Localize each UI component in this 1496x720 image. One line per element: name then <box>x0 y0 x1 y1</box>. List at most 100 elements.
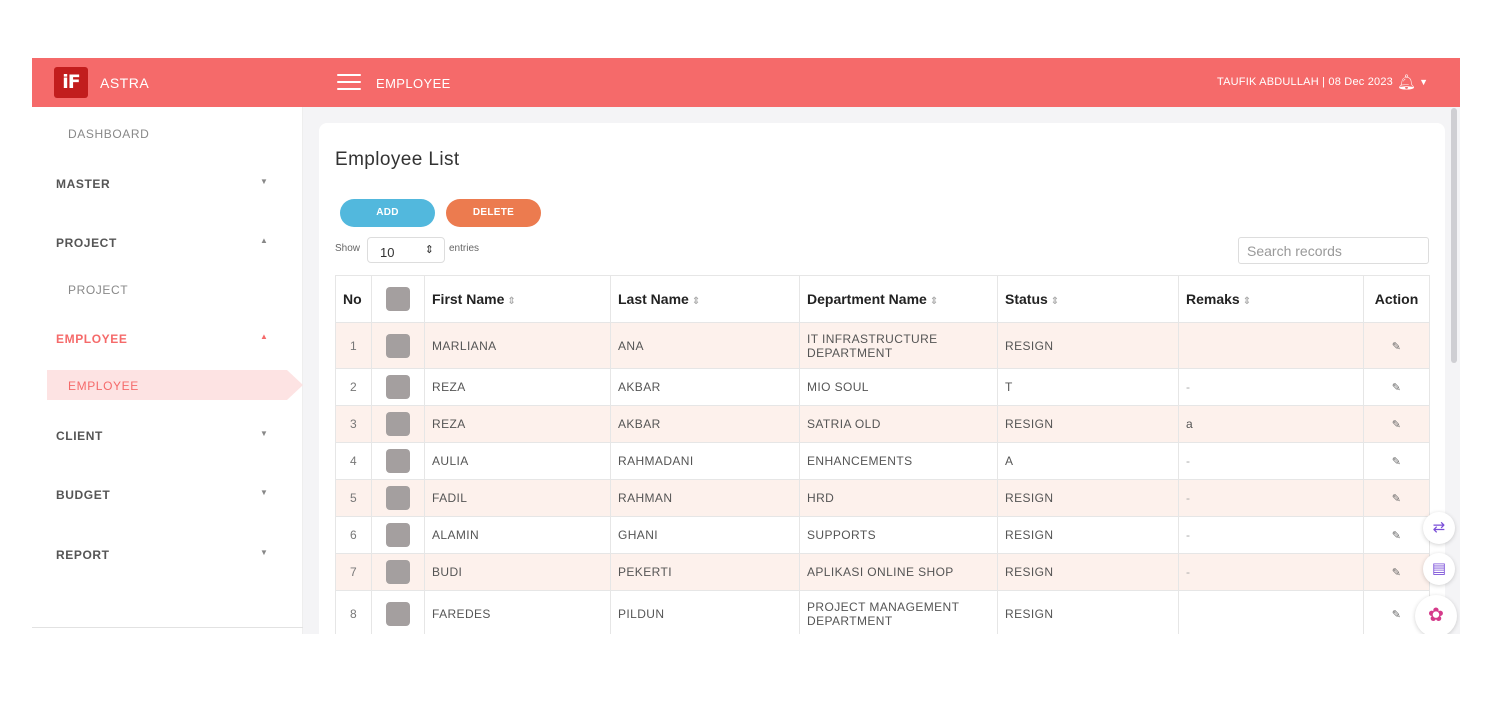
page-title: Employee List <box>335 149 460 170</box>
sort-icon[interactable]: ⇕ <box>507 296 515 307</box>
column-header-first-name[interactable]: First Name ⇕ <box>424 275 611 323</box>
row-checkbox[interactable] <box>386 412 410 436</box>
delete-button[interactable]: DELETE <box>446 199 541 227</box>
chevron-down-icon: ▼ <box>260 548 269 557</box>
cell-no: 8 <box>335 590 372 634</box>
cell-first-name: FAREDES <box>424 590 611 634</box>
employee-table: No First Name ⇕ Last Name ⇕ Department Nam… <box>335 275 1430 634</box>
book-icon[interactable]: ▤ <box>1423 553 1455 585</box>
cell-last-name: RAHMAN <box>610 479 800 517</box>
cell-status: A <box>997 442 1179 480</box>
cell-checkbox <box>371 322 425 369</box>
table-row[interactable]: 4 AULIA RAHMADANI ENHANCEMENTS A - ✎ <box>335 442 1430 480</box>
sidebar-item-client[interactable]: CLIENT ▼ <box>32 421 303 451</box>
chevron-down-icon[interactable]: ▼ <box>1419 77 1428 87</box>
sidebar-item-master[interactable]: MASTER ▼ <box>32 169 303 199</box>
hamburger-icon[interactable] <box>337 74 361 91</box>
cell-last-name: RAHMADANI <box>610 442 800 480</box>
sidebar: DASHBOARD MASTER ▼ PROJECT ▲ PROJECT EMP… <box>32 107 303 634</box>
sort-icon[interactable]: ⇕ <box>1243 296 1251 307</box>
column-header-last-name[interactable]: Last Name ⇕ <box>610 275 800 323</box>
cell-first-name: MARLIANA <box>424 322 611 369</box>
sort-icon[interactable]: ⇕ <box>692 296 700 307</box>
cell-first-name: REZA <box>424 368 611 406</box>
chevron-down-icon: ▼ <box>260 429 269 438</box>
entries-label: entries <box>449 243 480 254</box>
column-header-label: Remaks <box>1186 291 1240 307</box>
sidebar-item-dashboard[interactable]: DASHBOARD <box>32 119 303 149</box>
column-header-label: Department Name <box>807 291 927 307</box>
edit-icon[interactable]: ✎ <box>1392 493 1402 505</box>
table-row[interactable]: 3 REZA AKBAR SATRIA OLD RESIGN a ✎ <box>335 405 1430 443</box>
table-row[interactable]: 1 MARLIANA ANA IT INFRASTRUCTURE DEPARTM… <box>335 322 1430 369</box>
brain-icon[interactable]: ✿ <box>1415 595 1457 634</box>
logo[interactable]: iF <box>54 67 88 98</box>
cell-last-name: AKBAR <box>610 405 800 443</box>
cell-checkbox <box>371 442 425 480</box>
row-checkbox[interactable] <box>386 375 410 399</box>
sidebar-subitem-project[interactable]: PROJECT <box>32 275 303 305</box>
cell-no: 2 <box>335 368 372 406</box>
add-button[interactable]: ADD <box>340 199 435 227</box>
cell-action: ✎ <box>1363 479 1430 517</box>
sidebar-item-budget[interactable]: BUDGET ▼ <box>32 480 303 510</box>
edit-icon[interactable]: ✎ <box>1392 530 1402 542</box>
column-header-remarks[interactable]: Remaks ⇕ <box>1178 275 1364 323</box>
edit-icon[interactable]: ✎ <box>1392 456 1402 468</box>
column-header-department[interactable]: Department Name ⇕ <box>799 275 998 323</box>
edit-icon[interactable]: ✎ <box>1392 609 1402 621</box>
translate-icon[interactable]: ⇄ <box>1423 512 1455 544</box>
table-row[interactable]: 6 ALAMIN GHANI SUPPORTS RESIGN - ✎ <box>335 516 1430 554</box>
cell-no: 4 <box>335 442 372 480</box>
edit-icon[interactable]: ✎ <box>1392 419 1402 431</box>
edit-icon[interactable]: ✎ <box>1392 567 1402 579</box>
table-row[interactable]: 5 FADIL RAHMAN HRD RESIGN - ✎ <box>335 479 1430 517</box>
cell-status: RESIGN <box>997 553 1179 591</box>
cell-no: 3 <box>335 405 372 443</box>
bell-icon[interactable]: 🔔︎ <box>1397 73 1416 91</box>
sidebar-subitem-employee[interactable]: EMPLOYEE <box>32 371 303 401</box>
chevron-down-icon: ▼ <box>260 177 269 186</box>
row-checkbox[interactable] <box>386 601 410 626</box>
cell-remarks: - <box>1178 442 1364 480</box>
entries-select[interactable]: 10 ⇕ <box>367 237 445 263</box>
column-header-status[interactable]: Status ⇕ <box>997 275 1179 323</box>
edit-icon[interactable]: ✎ <box>1392 382 1402 394</box>
sidebar-item-label: EMPLOYEE <box>56 332 128 346</box>
column-header-label: No <box>343 291 362 307</box>
sidebar-item-project[interactable]: PROJECT ▲ <box>32 228 303 258</box>
scrollbar[interactable] <box>1451 108 1457 363</box>
sort-icon[interactable]: ⇕ <box>930 296 938 307</box>
cell-remarks: - <box>1178 479 1364 517</box>
select-all-checkbox-cell <box>371 275 425 323</box>
table-row[interactable]: 7 BUDI PEKERTI APLIKASI ONLINE SHOP RESI… <box>335 553 1430 591</box>
search-input[interactable] <box>1238 237 1429 264</box>
table-row[interactable]: 2 REZA AKBAR MIO SOUL T - ✎ <box>335 368 1430 406</box>
table-row[interactable]: 8 FAREDES PILDUN PROJECT MANAGEMENT DEPA… <box>335 590 1430 634</box>
sidebar-item-label: EMPLOYEE <box>68 379 139 393</box>
cell-department: APLIKASI ONLINE SHOP <box>799 553 998 591</box>
column-header-no[interactable]: No <box>335 275 372 323</box>
row-checkbox[interactable] <box>386 523 410 547</box>
row-checkbox[interactable] <box>386 333 410 358</box>
cell-last-name: PILDUN <box>610 590 800 634</box>
cell-last-name: PEKERTI <box>610 553 800 591</box>
sidebar-item-label: DASHBOARD <box>68 127 150 141</box>
column-header-label: Status <box>1005 291 1048 307</box>
user-info[interactable]: TAUFIK ABDULLAH | 08 Dec 2023 <box>1217 76 1393 88</box>
select-all-checkbox[interactable] <box>386 287 410 311</box>
sidebar-item-employee[interactable]: EMPLOYEE ▲ <box>32 324 303 354</box>
column-header-label: Action <box>1374 291 1419 307</box>
cell-department: ENHANCEMENTS <box>799 442 998 480</box>
sort-icon[interactable]: ⇕ <box>1051 296 1059 307</box>
edit-icon[interactable]: ✎ <box>1392 341 1402 353</box>
row-checkbox[interactable] <box>386 486 410 510</box>
sidebar-item-report[interactable]: REPORT ▼ <box>32 540 303 570</box>
cell-last-name: GHANI <box>610 516 800 554</box>
sidebar-item-label: PROJECT <box>56 236 117 250</box>
row-checkbox[interactable] <box>386 449 410 473</box>
cell-checkbox <box>371 590 425 634</box>
row-checkbox[interactable] <box>386 560 410 584</box>
cell-no: 1 <box>335 322 372 369</box>
cell-checkbox <box>371 405 425 443</box>
